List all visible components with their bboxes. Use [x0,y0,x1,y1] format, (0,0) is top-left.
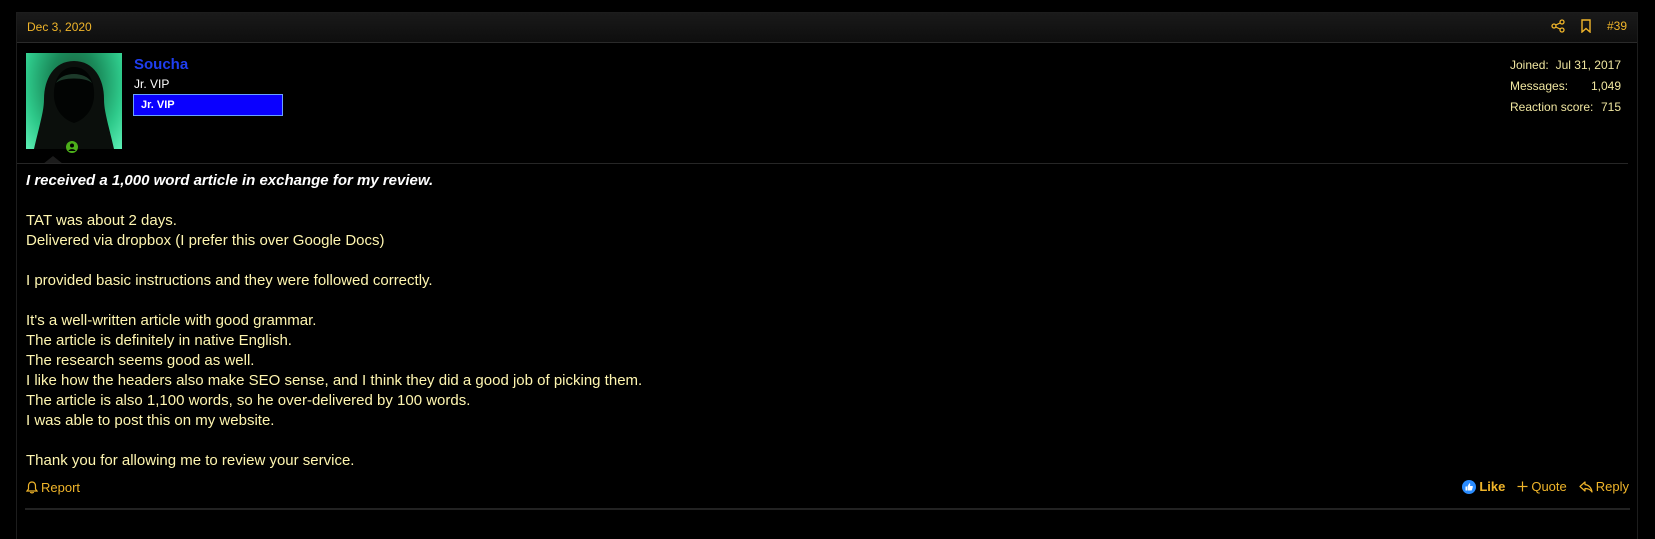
post-line: I was able to post this on my website. [26,412,275,429]
user-stats: Joined: Jul 31, 2017 Messages: 1,049 Rea… [1510,57,1621,120]
report-label: Report [41,480,81,495]
post-line: Delivered via dropbox (I prefer this ove… [26,232,385,249]
post-line: I provided basic instructions and they w… [26,272,433,289]
like-label: Like [1479,479,1506,494]
user-banner: Jr. VIP [133,94,283,116]
post-actions: Like Quote Reply [1462,479,1629,494]
post-bottom-border [25,508,1630,510]
post-line: The article is also 1,100 words, so he o… [26,392,471,409]
report-link[interactable]: Report [26,480,80,495]
post-line: Thank you for allowing me to review your… [26,452,355,469]
post-line: It's a well-written article with good gr… [26,312,317,329]
online-status-icon [66,141,78,153]
divider [17,163,1628,164]
post-line: I like how the headers also make SEO sen… [26,372,643,389]
stat-joined: Joined: Jul 31, 2017 [1510,57,1621,78]
like-button[interactable]: Like [1462,479,1505,494]
stat-label: Reaction score: [1510,100,1594,114]
post-body: I received a 1,000 word article in excha… [26,171,642,471]
plus-icon [1517,481,1528,492]
avatar[interactable] [26,53,122,149]
reply-icon [1579,480,1593,493]
stat-value: 1,049 [1590,79,1621,93]
post-line: TAT was about 2 days. [26,212,177,229]
hooded-figure-image [34,61,114,149]
reply-button[interactable]: Reply [1579,479,1629,494]
post-number-link[interactable]: #39 [1607,19,1627,33]
stat-messages: Messages: 1,049 [1510,78,1621,99]
stat-value: Jul 31, 2017 [1555,58,1621,72]
username[interactable]: Soucha [134,56,188,73]
stat-value: 715 [1600,100,1621,114]
stat-reaction-score: Reaction score: 715 [1510,99,1621,120]
like-icon [1462,479,1477,494]
reply-label: Reply [1595,479,1629,494]
quote-label: Quote [1531,479,1567,494]
stat-label: Joined: [1510,58,1549,72]
share-icon[interactable] [1551,19,1565,33]
bookmark-icon[interactable] [1579,19,1593,33]
post-header-actions: #39 [1551,19,1627,33]
post-header: Dec 3, 2020 #39 [17,13,1637,43]
post-date[interactable]: Dec 3, 2020 [27,20,92,34]
user-title: Jr. VIP [134,77,170,91]
post-line: The article is definitely in native Engl… [26,332,292,349]
forum-post: Dec 3, 2020 #39 Soucha Jr. VIP Jr. VIP J… [16,12,1638,539]
post-line: The research seems good as well. [26,352,255,369]
quote-button[interactable]: Quote [1517,479,1567,494]
bell-icon [26,481,38,494]
post-lead: I received a 1,000 word article in excha… [26,172,434,189]
stat-label: Messages: [1510,79,1569,93]
